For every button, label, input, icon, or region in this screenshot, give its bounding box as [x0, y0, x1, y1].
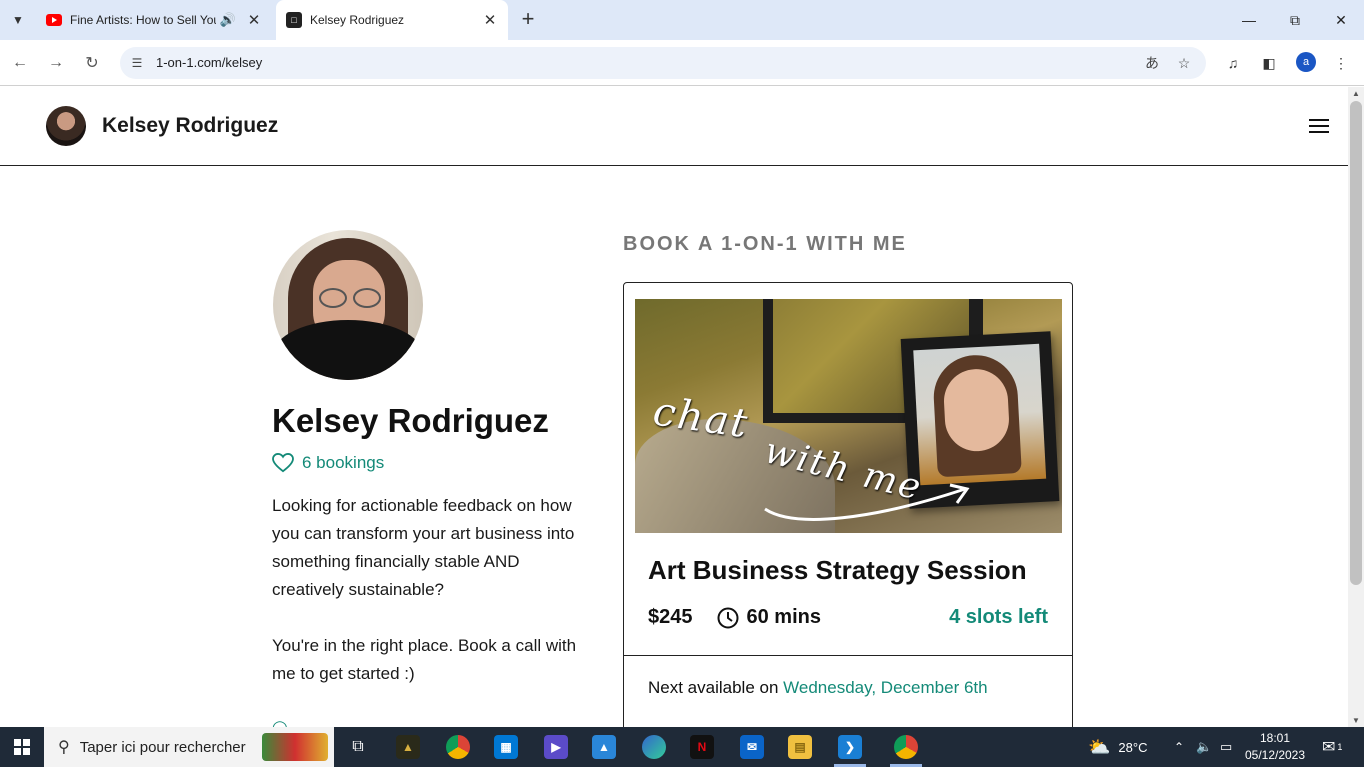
site-settings-icon[interactable]: ☰ — [128, 54, 146, 72]
tab-close-icon[interactable]: ✕ — [246, 11, 262, 29]
scroll-up-icon[interactable]: ▲ — [1352, 89, 1360, 98]
profile-photo — [273, 230, 423, 380]
mail-app-icon[interactable]: ✉ — [736, 731, 768, 763]
weather-icon: ⛅ — [1088, 736, 1111, 757]
back-button[interactable]: ← — [6, 49, 34, 77]
bio-paragraph: You're in the right place. Book a call w… — [272, 636, 577, 683]
windows-taskbar: ⚲ Taper ici pour rechercher ⧉ ▲ ▦ ▶ ▲ N … — [0, 727, 1364, 767]
notification-count: 1 — [1337, 742, 1343, 752]
side-panel-icon[interactable]: ◧ — [1258, 52, 1280, 74]
clipchamp-app-icon[interactable]: ▶ — [540, 731, 572, 763]
session-card[interactable]: chat with me Art Business Strategy Sessi… — [623, 282, 1073, 727]
gifts-icon — [262, 733, 328, 761]
arrow-doodle-icon — [764, 483, 970, 521]
clock-icon — [717, 607, 738, 628]
next-available: Next available on Wednesday, December 6t… — [648, 678, 988, 698]
bookmark-star-icon[interactable]: ☆ — [1174, 53, 1194, 73]
card-divider — [624, 655, 1072, 656]
header-avatar[interactable] — [46, 106, 86, 146]
browser-toolbar: ← → ↻ ☰ 1-on-1.com/kelsey あ ☆ ♫ ◧ ⋮ — [0, 40, 1364, 86]
tab-kelsey[interactable]: □ Kelsey Rodriguez ✕ — [276, 0, 508, 40]
battery-icon[interactable]: ▭ — [1220, 727, 1232, 767]
close-window-button[interactable]: ✕ — [1318, 0, 1364, 40]
bio-link-cutoff: ◯ — [272, 719, 288, 727]
site-header: Kelsey Rodriguez — [0, 87, 1348, 166]
bookings-count: 6 bookings — [272, 453, 384, 473]
tab-search-chevron-icon[interactable]: ▼ — [6, 8, 30, 32]
profile-bio: Looking for actionable feedback on how y… — [272, 492, 592, 716]
task-view-icon[interactable]: ⧉ — [342, 731, 374, 763]
browser-tabstrip: ▼ Fine Artists: How to Sell You 🔊 ✕ □ Ke… — [0, 0, 1364, 40]
forward-button[interactable]: → — [42, 49, 70, 77]
chrome-app-icon[interactable] — [442, 731, 474, 763]
session-image: chat with me — [635, 299, 1062, 533]
reload-button[interactable]: ↻ — [78, 49, 106, 77]
booking-heading: BOOK A 1-ON-1 WITH ME — [623, 233, 907, 255]
chrome-active-app-icon[interactable] — [890, 731, 922, 767]
tab-close-icon[interactable]: ✕ — [482, 11, 498, 29]
clock-time: 18:01 — [1259, 731, 1291, 745]
tray-chevron-icon[interactable]: ⌃ — [1174, 727, 1184, 767]
store-app-icon[interactable]: ▦ — [490, 731, 522, 763]
restore-button[interactable]: ⧉ — [1272, 0, 1318, 40]
weather-temp: 28°C — [1118, 739, 1148, 755]
session-price: $245 — [648, 606, 693, 628]
youtube-favicon-icon — [46, 14, 62, 26]
hamburger-menu-icon[interactable] — [1309, 119, 1329, 133]
session-meta: $245 60 mins 4 slots left — [648, 606, 1048, 629]
vscode-app-icon[interactable]: ❯ — [834, 731, 866, 767]
scrollbar-thumb[interactable] — [1350, 101, 1362, 585]
speaker-icon[interactable]: 🔊 — [220, 12, 236, 28]
next-available-label: Next available on — [648, 678, 779, 697]
session-title[interactable]: Art Business Strategy Session — [648, 555, 1027, 586]
tab-title: Kelsey Rodriguez — [310, 13, 405, 27]
edge-app-icon[interactable] — [638, 731, 670, 763]
archicad-app-icon[interactable]: ▲ — [392, 731, 424, 763]
start-button[interactable] — [0, 727, 44, 767]
taskbar-search[interactable]: ⚲ Taper ici pour rechercher — [44, 727, 334, 767]
session-duration: 60 mins — [746, 606, 821, 628]
new-tab-button[interactable]: + — [516, 8, 540, 32]
heart-icon — [272, 453, 294, 473]
bookings-label: 6 bookings — [302, 453, 385, 472]
next-available-date[interactable]: Wednesday, December 6th — [783, 678, 987, 697]
search-placeholder: Taper ici pour rechercher — [79, 738, 246, 756]
page-scrollbar[interactable]: ▲ ▼ — [1348, 87, 1364, 727]
netflix-app-icon[interactable]: N — [686, 731, 718, 763]
bio-paragraph: Looking for actionable feedback on how y… — [272, 496, 575, 599]
volume-icon[interactable]: 🔈 — [1196, 727, 1212, 767]
minimize-button[interactable]: — — [1226, 0, 1272, 40]
translate-icon[interactable]: あ — [1142, 53, 1162, 73]
media-control-icon[interactable]: ♫ — [1222, 52, 1244, 74]
slots-left: 4 slots left — [949, 606, 1048, 628]
weather-widget[interactable]: ⛅ 28°C — [1088, 727, 1147, 767]
profile-avatar[interactable]: a — [1296, 52, 1316, 72]
clock-date: 05/12/2023 — [1244, 748, 1306, 762]
taskbar-clock[interactable]: 18:01 05/12/2023 — [1240, 730, 1310, 764]
profile-name: Kelsey Rodriguez — [272, 402, 549, 439]
web-page: Kelsey Rodriguez Kelsey Rodriguez 6 book… — [0, 87, 1348, 727]
tab-youtube[interactable]: Fine Artists: How to Sell You 🔊 ✕ — [36, 2, 272, 38]
windows-logo-icon — [14, 739, 30, 755]
url-text[interactable]: 1-on-1.com/kelsey — [156, 55, 262, 70]
scroll-down-icon[interactable]: ▼ — [1352, 716, 1360, 725]
tab-title: Fine Artists: How to Sell You — [70, 13, 216, 27]
header-name[interactable]: Kelsey Rodriguez — [102, 114, 278, 138]
notification-center-icon[interactable]: ✉ 1 — [1322, 727, 1342, 767]
address-bar[interactable]: ☰ 1-on-1.com/kelsey あ ☆ — [120, 47, 1206, 79]
search-icon: ⚲ — [58, 739, 70, 756]
site-favicon-icon: □ — [286, 12, 302, 28]
photos-app-icon[interactable]: ▲ — [588, 731, 620, 763]
file-explorer-icon[interactable]: ▤ — [784, 731, 816, 763]
menu-dots-icon[interactable]: ⋮ — [1330, 52, 1352, 74]
